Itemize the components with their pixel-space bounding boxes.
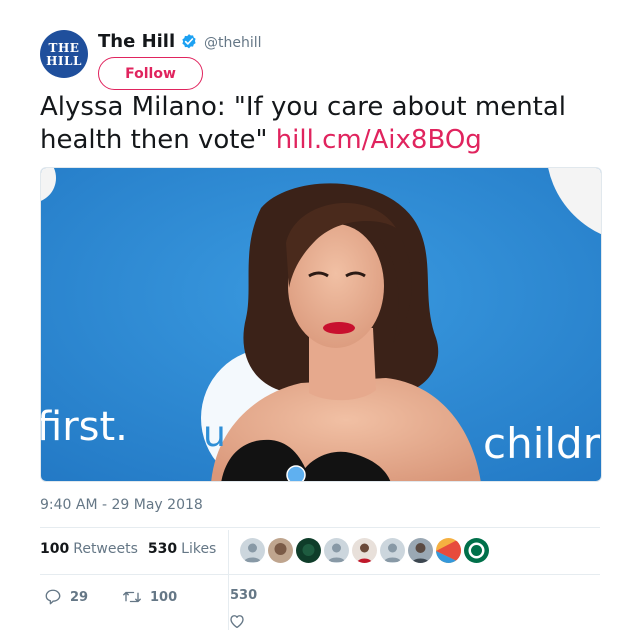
liker-avatar[interactable]	[464, 538, 489, 563]
liker-avatar[interactable]	[296, 538, 321, 563]
divider	[40, 527, 600, 528]
reply-icon	[45, 589, 61, 605]
retweets-label: Retweets	[73, 541, 138, 557]
tweet-timestamp[interactable]: 9:40 AM - 29 May 2018	[40, 497, 203, 513]
likes-label: Likes	[181, 541, 217, 557]
divider	[40, 574, 600, 575]
like-action[interactable]	[228, 612, 246, 630]
liker-avatar[interactable]	[436, 538, 461, 563]
retweet-count: 100	[150, 589, 178, 605]
liker-avatar[interactable]	[268, 538, 293, 563]
photo-sign-right: childre	[483, 419, 602, 468]
avatar-logo-line1: THE	[48, 40, 80, 55]
likes-count: 530	[147, 541, 178, 557]
tweet-photo[interactable]: first. u childre	[40, 167, 602, 482]
retweet-icon	[123, 591, 141, 603]
engagement-stats: 100 Retweets 530 Likes	[40, 541, 226, 557]
retweets-count: 100	[40, 541, 70, 557]
photo-sign-mid: u	[203, 414, 226, 455]
account-avatar[interactable]: THE HILL	[40, 30, 88, 78]
photo-illustration: first. u childre	[41, 168, 602, 481]
photo-sign-left: first.	[41, 404, 128, 450]
verified-badge-icon	[182, 34, 196, 49]
heart-icon	[230, 615, 244, 629]
retweet-action[interactable]: 100	[122, 588, 177, 606]
retweets-stat[interactable]: 100 Retweets	[40, 541, 138, 557]
account-handle[interactable]: @thehill	[204, 35, 262, 51]
reply-action[interactable]: 29	[44, 588, 88, 606]
liker-avatar[interactable]	[240, 538, 265, 563]
liker-avatar[interactable]	[324, 538, 349, 563]
account-name[interactable]: The Hill	[98, 31, 175, 52]
tweet-text: Alyssa Milano: "If you care about mental…	[40, 91, 620, 157]
liker-avatar[interactable]	[408, 538, 433, 563]
liker-avatar[interactable]	[380, 538, 405, 563]
avatar-logo-line2: HILL	[46, 53, 82, 68]
liker-avatar[interactable]	[352, 538, 377, 563]
like-count: 530	[230, 588, 258, 603]
reply-count: 29	[70, 589, 89, 605]
liker-avatars	[240, 538, 489, 563]
tweet-link[interactable]: hill.cm/Aix8BOg	[276, 125, 482, 155]
follow-button[interactable]: Follow	[98, 57, 203, 90]
likes-stat[interactable]: 530 Likes	[148, 541, 216, 557]
like-count-action[interactable]: 530	[230, 588, 257, 603]
